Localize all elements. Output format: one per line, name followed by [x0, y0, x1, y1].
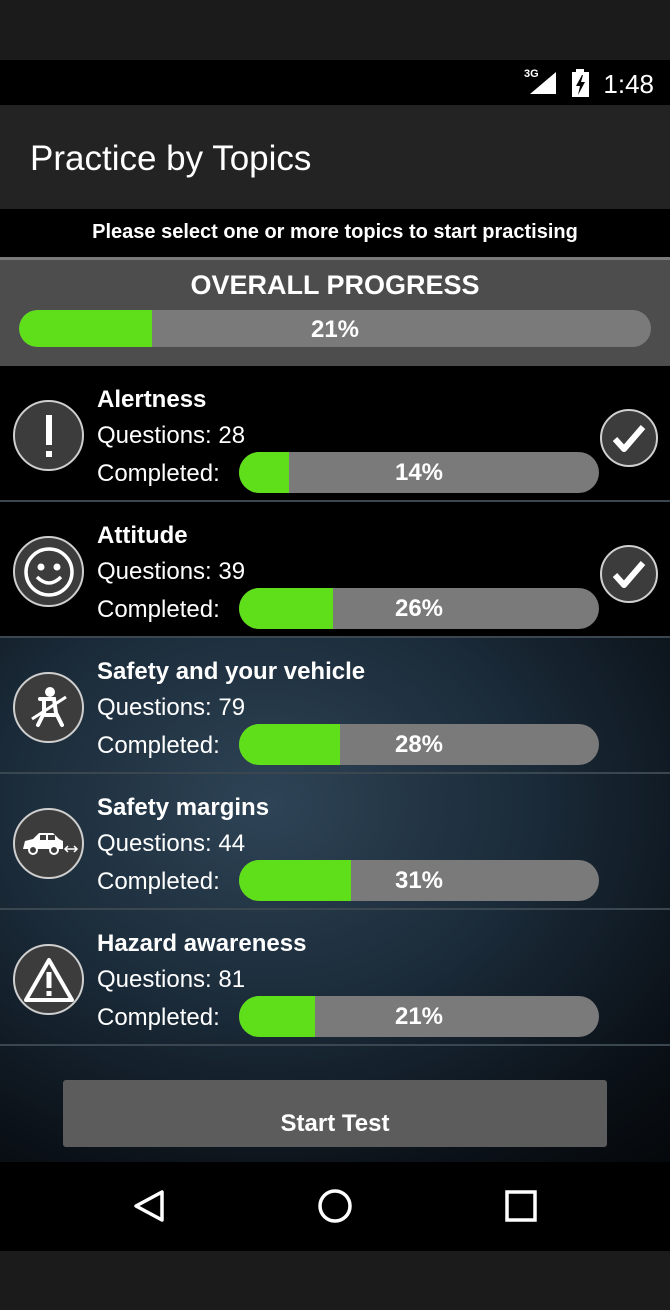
topic-progress-percent: 31% [394, 867, 444, 894]
topic-completed-label: Completed: [97, 868, 220, 895]
topic-row-safety-and-your-vehicle[interactable]: Safety and your vehicle Questions: 79 Co… [0, 638, 670, 774]
topic-progress-percent: 28% [394, 731, 444, 758]
topic-row-alertness[interactable]: Alertness Questions: 28 Completed: 14% [0, 366, 670, 502]
topic-progress-bar: 31% [239, 860, 599, 901]
signal-icon [530, 72, 556, 94]
topic-completed-label: Completed: [97, 460, 220, 487]
home-icon[interactable] [315, 1186, 355, 1226]
topic-row-attitude[interactable]: Attitude Questions: 39 Completed: 26% [0, 502, 670, 638]
back-icon[interactable] [130, 1186, 170, 1226]
topic-name: Attitude [97, 522, 188, 549]
topic-progress-bar: 26% [239, 588, 599, 629]
smiley-icon [13, 536, 84, 607]
topic-question-count: Questions: 28 [97, 422, 246, 449]
topic-question-count: Questions: 79 [97, 694, 246, 721]
recents-icon[interactable] [501, 1186, 541, 1226]
topic-list[interactable]: Alertness Questions: 28 Completed: 14% A… [0, 366, 670, 1162]
system-nav-bar [0, 1162, 670, 1251]
app-bar: Practice by Topics [0, 105, 670, 209]
exclamation-icon [13, 400, 84, 471]
start-test-label: Start Test [280, 1109, 390, 1137]
overall-progress-percent: 21% [310, 316, 360, 343]
overall-progress-bar: 21% [19, 310, 651, 347]
seatbelt-icon [13, 672, 84, 743]
battery-icon [572, 69, 589, 97]
status-bar: 3G 1:48 [0, 60, 670, 105]
topic-progress-bar: 28% [239, 724, 599, 765]
topic-progress-bar: 14% [239, 452, 599, 493]
topic-completed-label: Completed: [97, 1004, 220, 1031]
topic-name: Safety margins [97, 794, 270, 821]
car-distance-icon [13, 808, 84, 879]
topic-question-count: Questions: 39 [97, 558, 246, 585]
topic-progress-percent: 14% [394, 459, 444, 486]
warning-triangle-icon [13, 944, 84, 1015]
bottom-spacer [0, 1251, 670, 1310]
topic-row-safety-margins[interactable]: Safety margins Questions: 44 Completed: … [0, 774, 670, 910]
topic-row-hazard-awareness[interactable]: Hazard awareness Questions: 81 Completed… [0, 910, 670, 1046]
topic-progress-percent: 21% [394, 1003, 444, 1030]
topic-completed-label: Completed: [97, 732, 220, 759]
topic-question-count: Questions: 44 [97, 830, 246, 857]
instruction-text: Please select one or more topics to star… [92, 221, 578, 243]
instruction-banner: Please select one or more topics to star… [0, 209, 670, 257]
topic-progress-bar: 21% [239, 996, 599, 1037]
checkmark-icon [612, 561, 646, 588]
topic-name: Safety and your vehicle [97, 658, 366, 685]
topic-question-count: Questions: 81 [97, 966, 246, 993]
overall-progress-label: OVERALL PROGRESS [190, 270, 480, 300]
checkmark-icon [612, 425, 646, 452]
topic-completed-label: Completed: [97, 596, 220, 623]
overall-progress-panel: OVERALL PROGRESS 21% [0, 257, 670, 366]
topic-progress-percent: 26% [394, 595, 444, 622]
topic-selected-checkbox[interactable] [600, 545, 658, 603]
topic-name: Alertness [97, 386, 207, 413]
page-title: Practice by Topics [30, 139, 312, 178]
status-time: 1:48 [603, 69, 654, 99]
topic-selected-checkbox[interactable] [600, 409, 658, 467]
start-test-button[interactable]: Start Test [63, 1080, 607, 1147]
topic-name: Hazard awareness [97, 930, 307, 957]
top-spacer [0, 0, 670, 60]
